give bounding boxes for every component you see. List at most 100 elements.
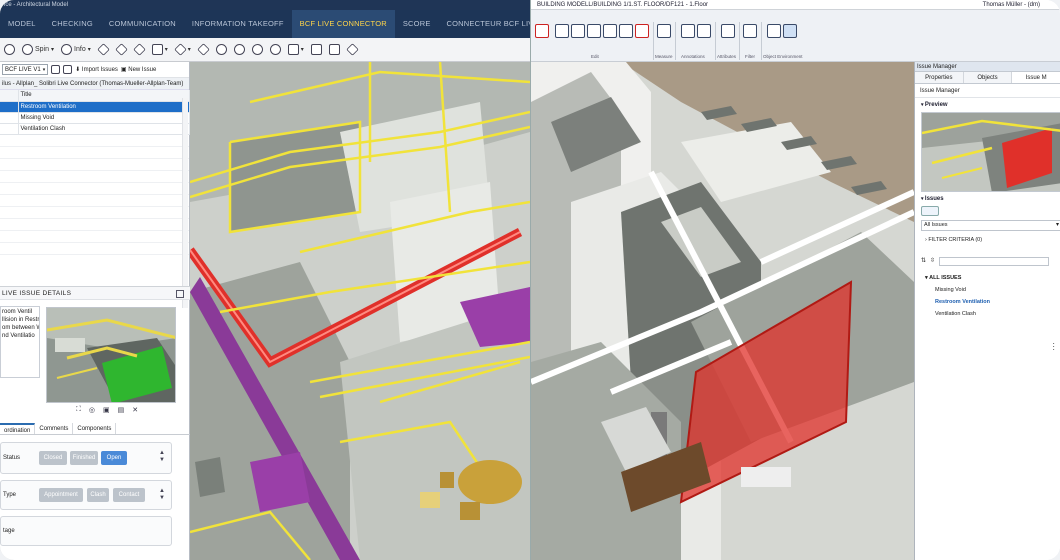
select-button[interactable]: ▾ — [286, 41, 306, 59]
model-breadcrumb: BUILDING MODELL/BUILDING 1/1.ST. FLOOR/D… — [531, 0, 1060, 10]
filter-icon[interactable] — [51, 65, 61, 74]
tab-information-takeoff[interactable]: INFORMATION TAKEOFF — [184, 10, 292, 38]
tab-bcf-live-connector[interactable]: BCF LIVE CONNECTOR — [291, 10, 395, 38]
layers-button[interactable] — [345, 41, 360, 59]
tab-coordination[interactable]: ordination — [0, 423, 36, 434]
label-icon[interactable] — [697, 24, 711, 38]
eye-icon[interactable]: ◎ — [89, 406, 95, 414]
collapse-icon[interactable]: ⇳ — [930, 257, 935, 266]
model-3d-viewport[interactable] — [190, 62, 530, 560]
list-item[interactable]: Restroom Ventilation — [935, 296, 1060, 308]
attributes-icon[interactable] — [721, 24, 735, 38]
title-column-header[interactable]: Title — [18, 90, 190, 102]
list-item[interactable]: Missing Void — [935, 284, 1060, 296]
zoom-out-button[interactable] — [232, 41, 247, 59]
tab-model[interactable]: MODEL — [0, 10, 44, 38]
tab-checking[interactable]: CHECKING — [44, 10, 101, 38]
section-button[interactable] — [132, 41, 147, 59]
check-icon[interactable] — [619, 24, 633, 38]
tab-score[interactable]: SCORE — [395, 10, 439, 38]
description-line: om between W — [2, 325, 40, 331]
close-icon[interactable]: ✕ — [132, 406, 138, 414]
perspective-button[interactable] — [196, 41, 211, 59]
model-3d-viewport[interactable] — [531, 62, 914, 560]
image-icon[interactable]: ▣ — [103, 406, 110, 414]
right-application: BUILDING MODELL/BUILDING 1/1.ST. FLOOR/D… — [530, 0, 1060, 560]
filter-criteria[interactable]: › FILTER CRITERIA (0) — [915, 231, 1060, 243]
status-open-button[interactable]: Open — [101, 451, 127, 465]
undo-icon — [4, 44, 15, 55]
close-x-icon[interactable] — [635, 24, 649, 38]
view-cube-button[interactable]: ▾ — [173, 41, 193, 59]
refresh-issues-button[interactable] — [921, 206, 939, 216]
perspective-icon — [197, 43, 210, 56]
issues-filter-select[interactable]: All Issues — [921, 220, 1060, 231]
status-finished-button[interactable]: Finished — [70, 451, 98, 465]
bcf-version-select[interactable]: BCF LIVE V1 ▾ — [2, 64, 49, 75]
tab-comments[interactable]: Comments — [35, 423, 74, 434]
type-contact-button[interactable]: Contact — [113, 488, 145, 502]
markup-button[interactable] — [309, 41, 324, 59]
object-environment-icon[interactable] — [783, 24, 797, 38]
chart-icon[interactable] — [767, 24, 781, 38]
chevron-down-icon: ▾ — [42, 66, 46, 73]
preview-section[interactable]: Preview — [915, 98, 1060, 110]
info-button[interactable]: Info ▾ — [59, 41, 93, 59]
ribbon-group-label: Measure — [655, 54, 673, 59]
measure-icon[interactable] — [657, 24, 671, 38]
components-button[interactable] — [96, 41, 111, 59]
table-row[interactable]: Missing Void — [0, 112, 190, 124]
delete-icon[interactable] — [535, 24, 549, 38]
status-row: Status Closed Finished Open ▲ ▼ — [0, 442, 172, 474]
isolate-icon — [115, 43, 128, 56]
table-row[interactable]: Restroom Ventilation — [0, 101, 190, 113]
zoom-all-button[interactable] — [250, 41, 265, 59]
all-issues-group[interactable]: ▾ ALL ISSUES — [925, 272, 1060, 284]
tab-objects[interactable]: Objects — [963, 72, 1013, 83]
type-row: Type Appointment Clash Contact ▲ ▼ — [0, 480, 172, 510]
panel-header: BCF LIVE V1 ▾ ⬇ Import Issues ▣ New Issue — [0, 62, 189, 78]
panel-tabs: Properties Objects Issue M — [915, 72, 1060, 84]
ribbon-separator — [761, 22, 762, 60]
stepper-arrows-icon[interactable]: ▲ ▼ — [159, 488, 165, 502]
zoom-window-button[interactable] — [268, 41, 283, 59]
hide-button[interactable]: ▾ — [150, 41, 170, 59]
search-input[interactable] — [939, 257, 1050, 266]
crop-icon[interactable]: ⛶ — [76, 406, 81, 414]
table-scrollbar[interactable] — [182, 98, 188, 308]
tab-components[interactable]: Components — [73, 423, 117, 434]
type-appointment-button[interactable]: Appointment — [39, 488, 83, 502]
text-annotation-icon[interactable] — [681, 24, 695, 38]
import-issues-button[interactable]: ⬇ Import Issues — [75, 66, 118, 73]
tab-connecteur-bcf-live[interactable]: CONNECTEUR BCF LIVE — [439, 10, 530, 38]
save-icon[interactable]: ▤ — [118, 406, 125, 414]
refresh-icon[interactable] — [63, 65, 73, 74]
sort-icon[interactable]: ⇅ — [921, 257, 926, 266]
spin-button[interactable]: Spin ▾ — [20, 41, 56, 59]
type-clash-button[interactable]: Clash — [87, 488, 109, 502]
issue-snapshot[interactable] — [46, 307, 176, 403]
paste-icon[interactable] — [571, 24, 585, 38]
left-application: ice - Architectural Model MODEL CHECKING… — [0, 0, 530, 560]
isolate-button[interactable] — [114, 41, 129, 59]
tab-issue-manager[interactable]: Issue M — [1012, 72, 1060, 83]
tab-properties[interactable]: Properties — [915, 72, 964, 83]
stepper-arrows-icon[interactable]: ▲ ▼ — [159, 450, 165, 464]
filter-icon[interactable] — [743, 24, 757, 38]
issue-list-toolbar: ⇅ ⇳ — [921, 257, 1060, 266]
maximize-icon[interactable] — [176, 290, 184, 298]
edit-icon[interactable] — [603, 24, 617, 38]
status-closed-button[interactable]: Closed — [39, 451, 67, 465]
zoom-in-button[interactable] — [214, 41, 229, 59]
map-button[interactable] — [327, 41, 342, 59]
table-row[interactable]: Ventilation Clash — [0, 123, 190, 135]
tab-communication[interactable]: COMMUNICATION — [101, 10, 184, 38]
back-button[interactable] — [2, 41, 17, 59]
issues-section[interactable]: Issues — [915, 192, 1060, 204]
new-issue-button[interactable]: ▣ New Issue — [121, 66, 156, 73]
copy-icon[interactable] — [555, 24, 569, 38]
move-icon[interactable] — [587, 24, 601, 38]
list-item[interactable]: Ventilation Clash — [935, 308, 1060, 320]
user-name[interactable]: Thomas Müller - (dm) — [983, 0, 1040, 10]
more-options-icon[interactable]: · · · — [1052, 340, 1055, 354]
